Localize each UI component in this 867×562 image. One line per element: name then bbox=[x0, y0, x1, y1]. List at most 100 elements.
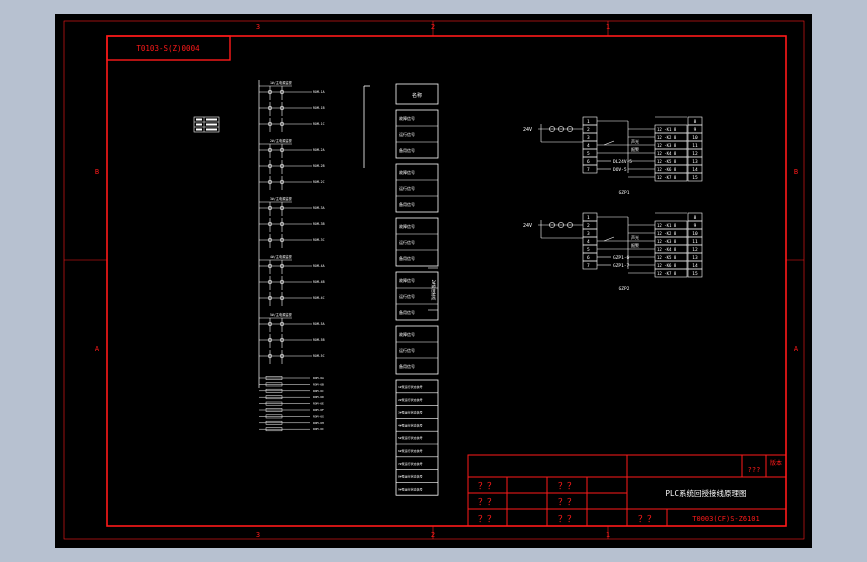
bus-row-label: ROM-1C bbox=[313, 122, 325, 126]
signal-table-header: 名称 bbox=[412, 92, 422, 99]
left-terminal: 7 bbox=[587, 263, 590, 269]
right-terminal: 13 bbox=[692, 255, 698, 261]
relay-label: 12 -K1 8 bbox=[657, 127, 677, 132]
signal-row-label: 故障信号 bbox=[399, 331, 415, 337]
bus-row-label: ROM-1B bbox=[313, 106, 325, 110]
circuit-wire-label: GZP1-6 bbox=[613, 255, 630, 261]
right-terminal: 11 bbox=[692, 239, 698, 245]
left-legend-table bbox=[193, 116, 220, 133]
bus-row-label: ROM-3C bbox=[313, 238, 325, 242]
signal-row-label: 故障信号 bbox=[399, 277, 415, 283]
drawing-canvas: 3 2 1 3 2 1 B A B A T0103-S(Z)0004 1#/主电… bbox=[55, 14, 812, 548]
left-terminal: 5 bbox=[587, 151, 590, 157]
relay-label: 12 -K6 8 bbox=[657, 263, 677, 268]
bus-row-label: ROM-5C bbox=[313, 354, 325, 358]
signal-row-label: 运行信号 bbox=[399, 347, 415, 353]
bus-row-label: ROM-3B bbox=[313, 222, 325, 226]
title-corner-label: 版本 bbox=[770, 459, 782, 467]
zone-col-top-3: 1 bbox=[606, 23, 610, 31]
title-placeholder-6: ？？ bbox=[558, 515, 576, 525]
zone-col-bottom-2: 2 bbox=[431, 531, 435, 539]
bus-row-label: ROM-4B bbox=[313, 280, 325, 284]
signal-bottom-row: 6#泵运行状态信号 bbox=[398, 448, 423, 453]
title-corner-marks: ??? bbox=[748, 466, 761, 474]
left-terminal: 6 bbox=[587, 255, 590, 261]
bus-row-label: ROM-6C bbox=[313, 389, 324, 393]
right-terminal: 10 bbox=[692, 135, 698, 141]
left-terminal: 4 bbox=[587, 239, 590, 245]
left-terminal: 3 bbox=[587, 135, 590, 141]
right-terminal: 15 bbox=[692, 271, 698, 277]
left-terminal: 1 bbox=[587, 119, 590, 125]
title-placeholder-2: ？？ bbox=[478, 498, 496, 508]
bus-row-label: ROM-2C bbox=[313, 180, 325, 184]
relay-label: 12 -K7 8 bbox=[657, 271, 677, 276]
title-placeholder-5: ？？ bbox=[558, 498, 576, 508]
right-terminal: 8 bbox=[694, 215, 697, 221]
right-terminal: 13 bbox=[692, 159, 698, 165]
bus-row-label: ROM-6G bbox=[313, 414, 324, 418]
bus-row-label: ROM-6D bbox=[313, 395, 324, 399]
bus-group-label: 2#/主电源监视 bbox=[270, 138, 293, 143]
bus-group-label: 4#/主电源监视 bbox=[270, 254, 293, 259]
right-terminal: 14 bbox=[692, 263, 698, 269]
right-terminal: 15 bbox=[692, 175, 698, 181]
alarm-note: 报警 bbox=[631, 242, 639, 248]
signal-row-label: 运行信号 bbox=[399, 239, 415, 245]
left-terminal: 7 bbox=[587, 167, 590, 173]
title-placeholder-4: ？？ bbox=[558, 482, 576, 492]
zone-row-right-b: B bbox=[794, 168, 798, 176]
title-placeholder-7: ？？ bbox=[638, 515, 656, 525]
relay-label: 12 -K7 8 bbox=[657, 175, 677, 180]
right-terminal: 8 bbox=[694, 119, 697, 125]
signal-row-label: 备用信号 bbox=[399, 363, 415, 369]
signal-row-label: 运行信号 bbox=[399, 185, 415, 191]
signal-bottom-row: 9#泵运行状态信号 bbox=[398, 486, 423, 491]
bus-row-label: ROM-4A bbox=[313, 264, 325, 268]
relay-label: 12 -K2 8 bbox=[657, 231, 677, 236]
zone-col-bottom-1: 3 bbox=[256, 531, 260, 539]
bus-row-label: ROM-3A bbox=[313, 206, 325, 210]
signal-bottom-row: 1#泵运行状态信号 bbox=[398, 384, 423, 389]
bus-group-label: 1#/主电源监视 bbox=[270, 80, 293, 85]
circuit-wire-label: DOV-5 bbox=[613, 167, 627, 173]
bus-group-label: 5#/主电源监视 bbox=[270, 312, 293, 317]
signal-row-label: 运行信号 bbox=[399, 293, 415, 299]
bus-row-label: ROM-4C bbox=[313, 296, 325, 300]
left-terminal: 4 bbox=[587, 143, 590, 149]
relay-label: 12 -K1 8 bbox=[657, 223, 677, 228]
supply-label: 24V bbox=[523, 223, 532, 229]
bus-row-label: ROM-1A bbox=[313, 90, 325, 94]
alarm-note: 报警 bbox=[631, 146, 639, 152]
signal-bottom-row: 7#泵运行状态信号 bbox=[398, 461, 423, 466]
relay-label: 12 -K3 8 bbox=[657, 239, 677, 244]
relay-label: 12 -K3 8 bbox=[657, 143, 677, 148]
bus-row-label: ROM-6H bbox=[313, 421, 324, 425]
signal-row-label: 备用信号 bbox=[399, 201, 415, 207]
left-terminal: 5 bbox=[587, 247, 590, 253]
circuit-name: GZP2 bbox=[619, 286, 630, 292]
signal-bottom-row: 5#泵运行状态信号 bbox=[398, 435, 423, 440]
zone-col-top-2: 2 bbox=[431, 23, 435, 31]
bus-group-label: 3#/主电源监视 bbox=[270, 196, 293, 201]
bus-row-label: ROM-6F bbox=[313, 408, 324, 412]
signal-row-label: 故障信号 bbox=[399, 115, 415, 121]
circuit-wire-label: DL24V-5 bbox=[613, 159, 632, 165]
relay-label: 12 -K4 8 bbox=[657, 247, 677, 252]
supply-label: 24V bbox=[523, 127, 532, 133]
title-placeholder-3: ？？ bbox=[478, 515, 496, 525]
left-terminal: 2 bbox=[587, 127, 590, 133]
signal-row-label: 运行信号 bbox=[399, 131, 415, 137]
relay-label: 12 -K6 8 bbox=[657, 167, 677, 172]
signal-bottom-row: 2#泵运行状态信号 bbox=[398, 397, 423, 402]
signal-row-label: 备用信号 bbox=[399, 255, 415, 261]
signal-row-label: 备用信号 bbox=[399, 309, 415, 315]
relay-label: 12 -K5 8 bbox=[657, 159, 677, 164]
drawing-number: T0003(CF)S-Z6101 bbox=[692, 515, 759, 523]
bus-row-label: ROM-5B bbox=[313, 338, 325, 342]
circuit-name: GZP1 bbox=[619, 190, 630, 196]
alarm-note: 声光 bbox=[631, 138, 639, 144]
right-terminal: 14 bbox=[692, 167, 698, 173]
bus-row-label: ROM-6B bbox=[313, 382, 324, 386]
bus-row-label: ROM-6A bbox=[313, 376, 324, 380]
